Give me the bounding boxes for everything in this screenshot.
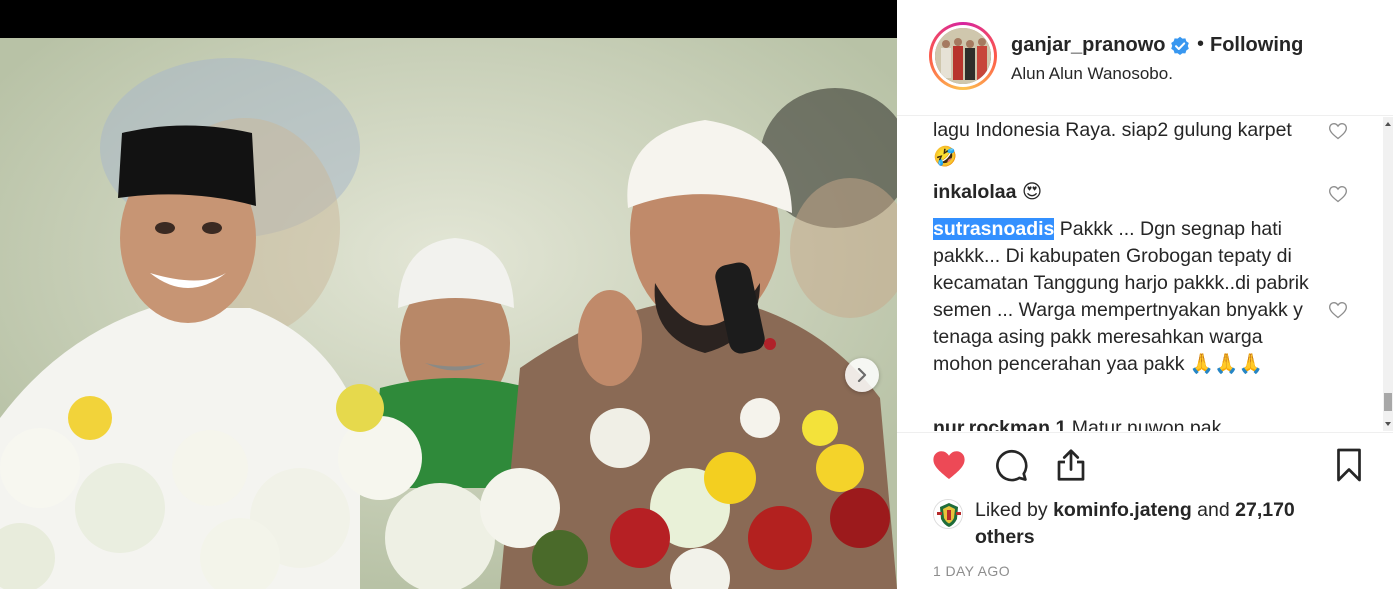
media-top-bar (0, 0, 897, 38)
comments-list[interactable]: lagu Indonesia Raya. siap2 gulung karpet… (897, 117, 1383, 431)
chevron-right-icon (857, 368, 867, 382)
comment-text: Pakkk ... Dgn segnap hati pakkk... Di ka… (933, 218, 1309, 375)
kominfo-logo-icon (934, 500, 962, 528)
post-timestamp[interactable]: 1 DAY AGO (933, 563, 1010, 579)
following-button[interactable]: Following (1210, 34, 1303, 57)
comment-item: sutrasnoadis Pakkk ... Dgn segnap hati p… (933, 216, 1313, 378)
liked-by-prefix: Liked by (975, 499, 1048, 521)
post-details-panel: ganjar_pranowo • Following Alun Alun Wan… (897, 0, 1393, 589)
user-avatar[interactable] (929, 22, 997, 90)
heart-icon[interactable] (931, 447, 967, 483)
likes-summary: Liked by kominfo.jateng and 27,170 other… (933, 495, 1373, 555)
avatar-image (935, 28, 991, 84)
comment-like-heart-icon[interactable] (1328, 184, 1348, 204)
liked-by-conj: and (1197, 499, 1230, 521)
liked-by-text: Liked by kominfo.jateng and 27,170 other… (975, 497, 1355, 551)
comment-username[interactable]: nur.rockman.1 (933, 417, 1066, 431)
post-actions-bar (897, 432, 1393, 492)
bookmark-icon[interactable] (1331, 447, 1367, 483)
comments-scrollbar[interactable] (1383, 117, 1393, 431)
scroll-up-icon[interactable] (1383, 119, 1393, 129)
liker-avatar[interactable] (933, 499, 963, 529)
photo-illustration (0, 38, 897, 589)
scrollbar-thumb[interactable] (1384, 393, 1392, 411)
comment-item: nur.rockman.1 Matur nuwon pak (933, 415, 1313, 431)
post-photo[interactable] (0, 38, 897, 589)
verified-icon (1170, 36, 1190, 61)
scroll-down-icon[interactable] (1383, 419, 1393, 429)
comment-username[interactable]: inkalolaa (933, 181, 1016, 203)
comment-icon[interactable] (993, 447, 1029, 483)
separator-dot: • (1197, 33, 1205, 55)
liker-username[interactable]: kominfo.jateng (1053, 499, 1192, 521)
comment-item: inkalolaa 😍 (933, 179, 1313, 206)
comment-like-heart-icon[interactable] (1328, 300, 1348, 320)
comment-username[interactable]: sutrasnoadis (933, 218, 1055, 240)
comment-text: Matur nuwon pak (1071, 417, 1222, 431)
comment-item: lagu Indonesia Raya. siap2 gulung karpet… (933, 117, 1313, 171)
comment-like-heart-icon[interactable] (1328, 121, 1348, 141)
comment-text: lagu Indonesia Raya. siap2 gulung karpet… (933, 119, 1292, 168)
share-icon[interactable] (1053, 447, 1089, 483)
next-photo-button[interactable] (845, 358, 879, 392)
comment-text: 😍 (1021, 181, 1043, 203)
post-header: ganjar_pranowo • Following Alun Alun Wan… (897, 0, 1393, 116)
post-location[interactable]: Alun Alun Wanosobo. (1011, 64, 1173, 84)
post-media (0, 0, 897, 589)
post-username[interactable]: ganjar_pranowo (1011, 34, 1165, 57)
